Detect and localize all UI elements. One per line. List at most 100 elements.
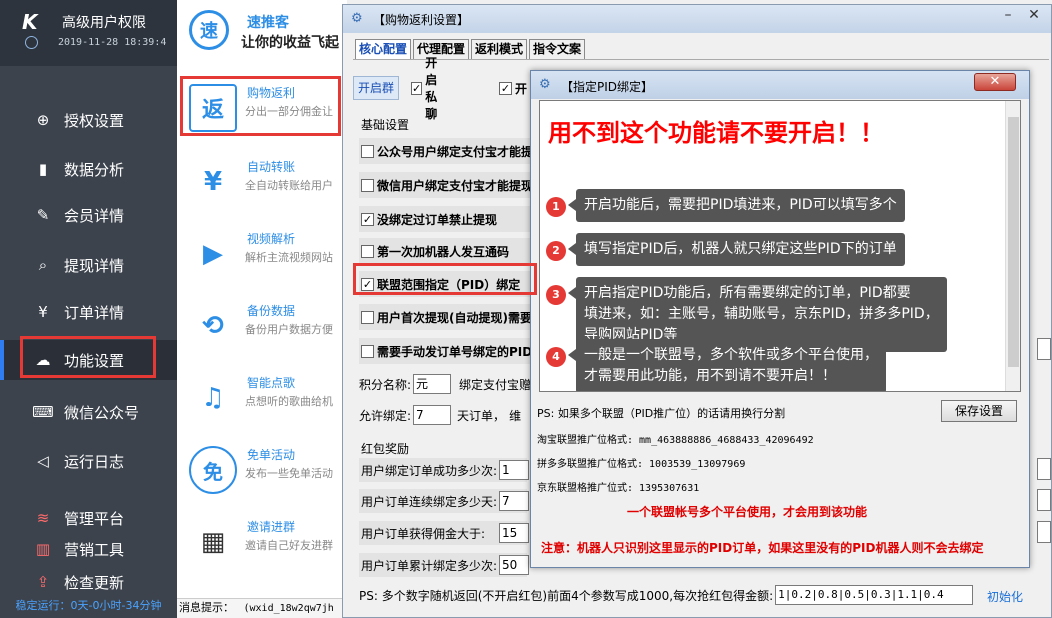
group-toggle-button[interactable]: 开启群 [353, 76, 399, 100]
qrcode-icon: ▦ [200, 527, 226, 557]
brand-logo: K [22, 10, 37, 34]
note-number: 2 [546, 241, 566, 261]
dialog-titlebar: ⚙ 【指定PID绑定】 ✕ [531, 71, 1029, 99]
sidebar-item-label: 订单详情 [64, 303, 125, 322]
tab-command-text[interactable]: 指令文案 [529, 39, 586, 59]
feature-title: 智能点歌 [247, 376, 296, 390]
option-pid-binding[interactable]: ✓ 联盟范围指定（PID）绑定 [359, 271, 539, 297]
hidden-field-2[interactable] [1037, 458, 1051, 480]
feature-title: 自动转账 [247, 160, 296, 174]
upload-icon: ⇪ [36, 573, 50, 591]
sidebar-item-withdrawals[interactable]: ⌕ 提现详情 [0, 245, 177, 285]
points-name-input[interactable]: 元 [413, 374, 452, 394]
sidebar-item-label: 授权设置 [64, 111, 125, 130]
save-settings-button[interactable]: 保存设置 [941, 400, 1017, 422]
hidden-field-4[interactable] [1037, 521, 1051, 543]
note-line: 填写指定PID后，机器人就只绑定这些PID下的订单 [584, 241, 897, 257]
note-bubble: 一般是一个联盟号，多个软件或多个平台使用， 才需要用此功能，用不到请不要开启！！ [568, 339, 886, 391]
dialog-window-icon: ⚙ [539, 77, 551, 92]
points-label: 积分名称: [359, 377, 412, 392]
initialize-link[interactable]: 初始化 [987, 588, 1023, 605]
scrollbar-thumb[interactable] [1008, 117, 1019, 367]
feature-title: 备份数据 [247, 304, 296, 318]
sidebar-item-update[interactable]: ⇪ 检查更新 [0, 562, 177, 602]
reward-row-commission: 用户订单获得佣金大于: 15 [359, 521, 529, 545]
sidebar-item-members[interactable]: ✎ 会员详情 [0, 195, 177, 235]
checkbox-label: 开 [515, 81, 528, 96]
basic-settings-group-label: 基础设置 [361, 118, 410, 132]
feature-list-panel: 速 速推客 让你的收益飞起 返 购物返利 分出一部分佣金让 ¥ 自动转账 全自动… [177, 0, 347, 618]
hidden-field-1[interactable] [1037, 338, 1051, 360]
app-window-icon: ⚙ [351, 11, 363, 26]
reward-input[interactable]: 1 [499, 460, 529, 480]
app-name: 速推客 [247, 15, 289, 31]
globe-icon: ⊕ [36, 111, 50, 129]
tab-agent[interactable]: 代理配置 [413, 39, 470, 59]
yen-transfer-icon: ¥ [203, 167, 223, 197]
feature-desc: 点想听的歌曲给机 [245, 395, 333, 408]
dialog-title: 【指定PID绑定】 [561, 80, 654, 94]
private-chat-checkbox[interactable]: ✓ 开启私聊 [411, 56, 439, 121]
feature-item-backup[interactable]: ⟲ 备份数据 备份用户数据方便 [177, 294, 347, 366]
checkbox-box [361, 144, 374, 158]
dialog-close-button[interactable]: ✕ [974, 73, 1016, 91]
edit-icon: ✎ [36, 206, 50, 224]
feature-item-transfer[interactable]: ¥ 自动转账 全自动转账给用户 [177, 150, 347, 222]
open-checkbox[interactable]: ✓ 开 [499, 79, 527, 97]
option-label: 公众号用户绑定支付宝才能提 [377, 144, 534, 159]
reward-label: 用户订单累计绑定多少次: [361, 558, 498, 573]
reward-input[interactable]: 7 [499, 491, 529, 511]
feature-item-invite[interactable]: ▦ 邀请进群 邀请自己好友进群 [177, 510, 347, 582]
ps-multi-pid: PS: 如果多个联盟（PID推广位）的话请用换行分割 [537, 407, 786, 420]
message-value: (wxid_18w2qw7jh [243, 603, 334, 614]
backup-icon: ⟲ [202, 311, 224, 341]
reward-input[interactable]: 15 [499, 523, 529, 543]
search-doc-icon: ⌕ [38, 256, 48, 274]
feature-desc: 解析主流视频网站 [245, 251, 333, 264]
sidebar-item-wechat-official[interactable]: ⌨ 微信公众号 [0, 392, 177, 432]
option-no-order-no-withdraw[interactable]: ✓ 没绑定过订单禁止提现 [359, 206, 539, 232]
allow-bind-days-input[interactable]: 7 [413, 405, 452, 425]
app-header: 速 速推客 让你的收益飞起 [177, 0, 347, 66]
tab-core[interactable]: 核心配置 [355, 39, 412, 59]
sidebar-item-features[interactable]: ☁ 功能设置 [0, 340, 177, 380]
sidebar-item-analytics[interactable]: ▮ 数据分析 [0, 149, 177, 189]
reward-group-label: 红包奖励 [361, 442, 410, 456]
feature-desc: 邀请自己好友进群 [245, 539, 333, 552]
sidebar-item-logs[interactable]: ◁ 运行日志 [0, 441, 177, 481]
option-manual-order-pid[interactable]: 需要手动发订单号绑定的PID [359, 338, 539, 364]
close-window-icon[interactable]: ✕ [1021, 7, 1047, 25]
note-line: 开启指定PID功能后，所有需要绑定的订单，PID都要 [584, 285, 911, 301]
reward-input[interactable]: 50 [499, 555, 529, 575]
pid-textarea[interactable]: 用不到这个功能请不要开启！！ 1 开启功能后，需要把PID填进来，PID可以填写… [539, 100, 1021, 392]
taobao-format: 淘宝联盟推广位格式: mm_463888886_4688433_42096492 [537, 435, 814, 446]
feature-desc: 备份用户数据方便 [245, 323, 333, 336]
bar-chart-icon: ▥ [35, 540, 51, 558]
checkbox-label: 开启私聊 [425, 56, 438, 121]
rebate-icon: 返 [189, 84, 237, 132]
red-note-warning: 注意：机器人只识别这里显示的PID订单，如果这里没有的PID机器人则不会去绑定 [541, 541, 984, 555]
feature-item-video[interactable]: ▶ 视频解析 解析主流视频网站 [177, 222, 347, 294]
checkbox-box: ✓ [411, 81, 423, 95]
textarea-scrollbar[interactable] [1005, 101, 1020, 391]
sidebar-item-orders[interactable]: ¥ 订单详情 [0, 292, 177, 332]
points-name-row: 积分名称: 元 绑定支付宝赠 [359, 372, 531, 396]
option-first-add-code[interactable]: 第一次加机器人发互通码 [359, 238, 539, 264]
note-line: 填进来，如：主账号，辅助账号，京东PID，拼多多PID， [584, 306, 939, 322]
tab-rebate-mode[interactable]: 返利模式 [471, 39, 528, 59]
feature-item-rebate[interactable]: 返 购物返利 分出一部分佣金让 [177, 76, 347, 148]
reward-label: 用户绑定订单成功多少次: [361, 463, 498, 478]
feature-item-free[interactable]: 免 免单活动 发布一些免单活动 [177, 438, 347, 510]
app-root: K 高级用户权限 2019-11-28 18:39:4 ⊕ 授权设置 ▮ 数据分… [0, 0, 1052, 618]
feature-item-music[interactable]: ♫ 智能点歌 点想听的歌曲给机 [177, 366, 347, 438]
option-label: 联盟范围指定（PID）绑定 [377, 277, 521, 292]
minimize-icon[interactable]: – [995, 7, 1021, 25]
redpacket-amount-input[interactable]: 1|0.2|0.8|0.5|0.3|1.1|0.4 [775, 585, 974, 605]
option-alipay-wechat[interactable]: 微信用户绑定支付宝才能提现 [359, 172, 539, 198]
hidden-field-3[interactable] [1037, 489, 1051, 511]
sidebar-item-auth[interactable]: ⊕ 授权设置 [0, 100, 177, 140]
music-icon: ♫ [201, 383, 225, 413]
option-first-withdraw[interactable]: 用户首次提现(自动提现)需要 [359, 304, 539, 330]
chart-icon: ▮ [38, 160, 48, 178]
option-alipay-public[interactable]: 公众号用户绑定支付宝才能提 [359, 138, 539, 164]
